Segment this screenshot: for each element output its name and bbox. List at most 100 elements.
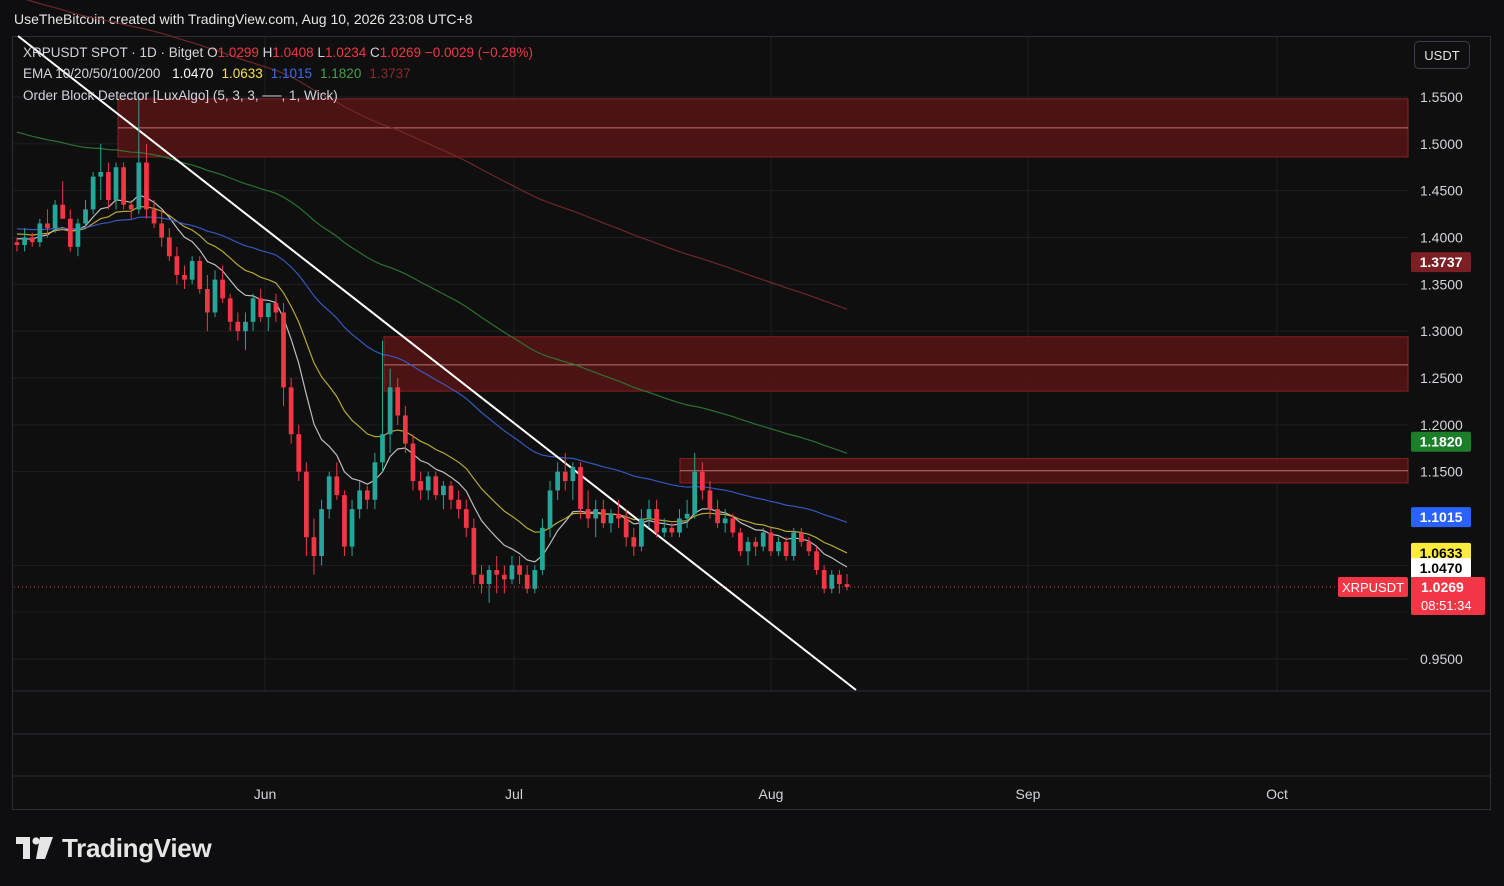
candle-body[interactable] [509,565,515,580]
candle-body[interactable] [753,541,758,547]
candle-body[interactable] [227,298,233,322]
candle-body[interactable] [463,509,469,528]
candle-body[interactable] [410,443,416,482]
candle-body[interactable] [83,209,88,224]
candle-body[interactable] [798,532,804,542]
candle-body[interactable] [235,321,241,332]
candle-body[interactable] [562,471,568,482]
candle-body[interactable] [585,509,591,519]
candle-body[interactable] [151,209,157,224]
order-block[interactable] [383,336,1409,392]
candle-body[interactable] [768,532,774,552]
candle-body[interactable] [189,260,195,280]
candle-body[interactable] [402,415,408,444]
candle-body[interactable] [654,509,659,533]
time-axis[interactable]: Jun Jul Aug Sep Oct [254,786,1288,802]
candle-body[interactable] [486,570,492,585]
candle-body[interactable] [273,303,279,313]
candle-body[interactable] [448,485,454,500]
candle-body[interactable] [250,298,256,322]
candle-body[interactable] [128,204,134,210]
candle-body[interactable] [578,466,583,510]
candle-body[interactable] [334,476,340,496]
candle-body[interactable] [67,218,73,247]
candle-body[interactable] [98,171,104,177]
candle-body[interactable] [288,387,294,435]
candle-body[interactable] [692,471,698,514]
candle-body[interactable] [349,509,355,547]
candle-body[interactable] [791,532,797,556]
candle-body[interactable] [281,312,286,388]
candle-body[interactable] [326,476,332,510]
candle-body[interactable] [14,242,20,245]
candle-body[interactable] [45,223,50,229]
candle-body[interactable] [707,490,713,510]
candle-body[interactable] [631,537,637,547]
candle-body[interactable] [418,481,423,491]
candle-body[interactable] [517,565,522,575]
chart-canvas[interactable]: 1.5500 1.5000 1.4500 1.4000 1.3500 1.3000 1.25… [0,0,1504,812]
candle-body[interactable] [52,204,58,229]
candle-body[interactable] [166,237,172,257]
candle-body[interactable] [220,279,225,299]
candle-body[interactable] [593,509,599,519]
candle-body[interactable] [144,162,149,210]
candle-body[interactable] [669,527,675,533]
candle-body[interactable] [22,237,27,245]
candle-body[interactable] [684,513,690,519]
candle-body[interactable] [296,434,302,472]
candle-body[interactable] [730,518,736,533]
candle-body[interactable] [570,466,576,482]
candle-body[interactable] [806,541,812,552]
candle-body[interactable] [433,476,439,496]
candle-body[interactable] [456,499,462,510]
candle-body[interactable] [738,532,743,552]
candle-body[interactable] [821,570,827,589]
candle-body[interactable] [258,298,264,318]
candle-body[interactable] [364,490,370,500]
candle-body[interactable] [75,223,81,247]
candle-body[interactable] [722,518,728,524]
candle-body[interactable] [783,541,789,556]
candle-body[interactable] [639,518,644,547]
candle-body[interactable] [540,527,545,571]
candle-body[interactable] [715,509,720,524]
candle-body[interactable] [121,167,126,205]
candle-body[interactable] [441,485,446,496]
candle-body[interactable] [60,204,66,219]
candle-body[interactable] [677,518,682,533]
candle-body[interactable] [136,162,142,210]
candle-body[interactable] [600,509,606,524]
candle-body[interactable] [372,462,378,500]
candle-body[interactable] [205,289,210,313]
candle-body[interactable] [471,527,477,575]
candle-body[interactable] [357,490,363,510]
candle-body[interactable] [106,171,111,201]
candle-body[interactable] [501,574,507,580]
currency-button[interactable]: USDT [1414,41,1470,69]
candle-body[interactable] [159,223,165,238]
candle-body[interactable] [174,256,180,275]
candle-body[interactable] [303,471,309,538]
candle-body[interactable] [608,513,614,524]
candle-body[interactable] [699,471,705,491]
candle-body[interactable] [243,321,248,332]
candle-body[interactable] [616,513,621,519]
candle-body[interactable] [425,476,431,491]
candle-body[interactable] [547,490,553,528]
candle-body[interactable] [776,541,781,552]
candle-body[interactable] [837,574,842,585]
candle-body[interactable] [90,176,96,210]
candle-body[interactable] [319,509,324,556]
candle-body[interactable] [29,237,35,243]
candle-body[interactable] [661,527,667,533]
candle-body[interactable] [532,570,538,589]
candle-body[interactable] [479,574,484,585]
candle-body[interactable] [197,260,203,290]
candle-body[interactable] [745,541,751,552]
candle-body[interactable] [37,223,43,243]
candle-body[interactable] [342,495,347,547]
candle-body[interactable] [212,279,218,313]
candle-body[interactable] [494,570,500,575]
candle-body[interactable] [623,518,629,538]
